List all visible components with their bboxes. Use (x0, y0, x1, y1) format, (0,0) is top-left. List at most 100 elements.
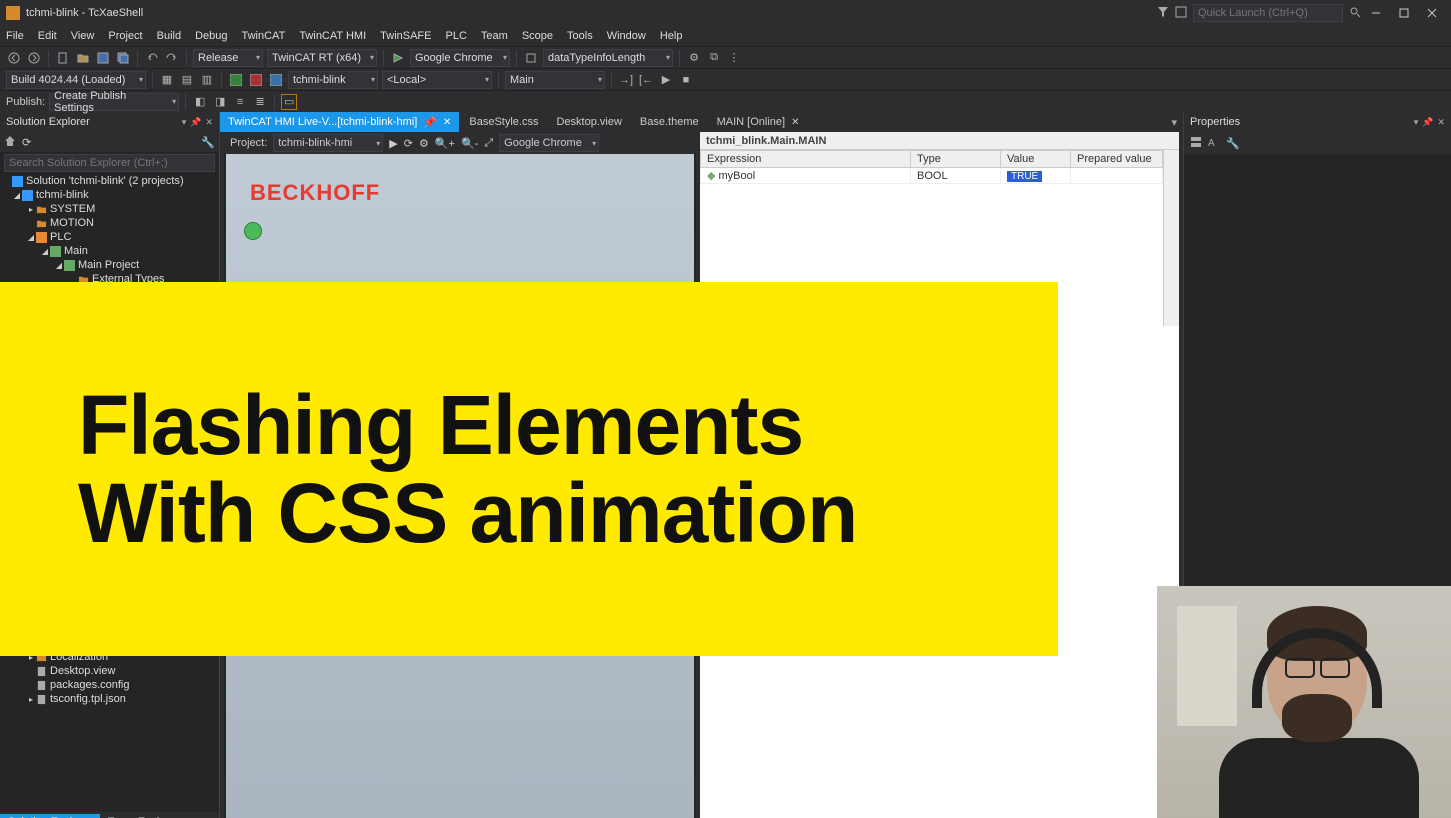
forward-icon[interactable] (26, 50, 42, 66)
pp-dd-icon[interactable]: ▾ (1414, 117, 1419, 128)
menu-twincat[interactable]: TwinCAT (242, 30, 286, 42)
tree-item[interactable]: tsconfig.tpl.json (50, 693, 126, 705)
menu-build[interactable]: Build (157, 30, 181, 42)
maximize-button[interactable] (1391, 3, 1417, 23)
pane-dd-icon[interactable]: ▾ (182, 117, 187, 128)
tabs-dd-icon[interactable]: ▾ (1165, 116, 1183, 129)
build-dropdown[interactable]: Build 4024.44 (Loaded) (6, 71, 146, 89)
publish-dropdown[interactable]: Create Publish Settings (49, 93, 179, 111)
start-plc-icon[interactable]: ▶ (658, 72, 674, 88)
col-type[interactable]: Type (911, 151, 1001, 168)
cell-prep[interactable] (1071, 168, 1163, 184)
pin-icon[interactable]: 📌 (423, 116, 437, 129)
ext2-icon[interactable]: ⧉ (706, 50, 722, 66)
doc-tab-basestyle[interactable]: BaseStyle.css (461, 112, 546, 132)
ext1-icon[interactable]: ⚙ (686, 50, 702, 66)
ext3-icon[interactable]: ⋮ (726, 50, 742, 66)
pt-i5-icon[interactable]: 🔍- (461, 137, 478, 150)
pt-i4-icon[interactable]: 🔍+ (435, 137, 455, 150)
watch-table[interactable]: Expression Type Value Prepared value ◆ m… (700, 150, 1163, 184)
pp-pin-icon[interactable]: 📌 (1422, 117, 1433, 128)
tree-item[interactable]: Main Project (78, 259, 139, 271)
doc-tab-basetheme[interactable]: Base.theme (632, 112, 707, 132)
config-dropdown[interactable]: Release (193, 49, 263, 67)
attach-icon[interactable] (523, 50, 539, 66)
tree-item[interactable]: Main (64, 245, 88, 257)
t3d-icon[interactable]: ≣ (252, 94, 268, 110)
pt-i3-icon[interactable]: ⚙ (419, 137, 429, 150)
save-icon[interactable] (95, 50, 111, 66)
menu-tools[interactable]: Tools (567, 30, 593, 42)
menu-help[interactable]: Help (660, 30, 683, 42)
close-icon[interactable]: ✕ (791, 117, 799, 128)
tree-item[interactable]: SYSTEM (50, 203, 95, 215)
menu-debug[interactable]: Debug (195, 30, 227, 42)
tab-team-explorer[interactable]: Team Explorer (100, 814, 187, 818)
col-prepared[interactable]: Prepared value (1071, 151, 1163, 168)
prop-cat-icon[interactable] (1190, 136, 1202, 151)
menu-team[interactable]: Team (481, 30, 508, 42)
menu-twincathmi[interactable]: TwinCAT HMI (299, 30, 366, 42)
logout-icon[interactable]: [← (638, 72, 654, 88)
tab-solution-explorer[interactable]: Solution Explorer (0, 814, 100, 818)
t2b-icon[interactable]: ▤ (179, 72, 195, 88)
run-green-icon[interactable] (228, 72, 244, 88)
datatype-dropdown[interactable]: dataTypeInfoLength (543, 49, 673, 67)
close-icon[interactable]: ✕ (443, 117, 451, 128)
doc-tab-main-online[interactable]: MAIN [Online]✕ (709, 112, 808, 132)
col-value[interactable]: Value (1001, 151, 1071, 168)
pt-i6-icon[interactable]: ⤢ (484, 137, 493, 150)
col-expression[interactable]: Expression (701, 151, 911, 168)
prop-az-icon[interactable]: A (1208, 136, 1220, 151)
login-icon[interactable]: →] (618, 72, 634, 88)
menu-file[interactable]: File (6, 30, 24, 42)
doc-tab-desktop[interactable]: Desktop.view (548, 112, 629, 132)
preview-project-dd[interactable]: tchmi-blink-hmi (273, 134, 383, 152)
tree-item[interactable]: PLC (50, 231, 71, 243)
prop-wrench-icon[interactable]: 🔧 (1226, 137, 1240, 150)
window-icon[interactable] (1175, 6, 1187, 21)
t3a-icon[interactable]: ◧ (192, 94, 208, 110)
stop-plc-icon[interactable]: ■ (678, 72, 694, 88)
t2c-icon[interactable]: ▥ (199, 72, 215, 88)
filter-icon[interactable] (1157, 6, 1169, 21)
menu-edit[interactable]: Edit (38, 30, 57, 42)
menu-scope[interactable]: Scope (522, 30, 553, 42)
new-icon[interactable] (55, 50, 71, 66)
search-icon[interactable] (1349, 6, 1361, 21)
sx-home-icon[interactable] (4, 135, 16, 150)
minimize-button[interactable] (1363, 3, 1389, 23)
stop-red-icon[interactable] (248, 72, 264, 88)
quick-launch-input[interactable] (1193, 4, 1343, 22)
back-icon[interactable] (6, 50, 22, 66)
save-all-icon[interactable] (115, 50, 131, 66)
t2a-icon[interactable]: ▦ (159, 72, 175, 88)
menu-view[interactable]: View (71, 30, 95, 42)
redo-icon[interactable] (164, 50, 180, 66)
table-row[interactable]: ◆ myBool BOOL TRUE (701, 168, 1163, 184)
start-icon[interactable] (390, 50, 406, 66)
solution-search-input[interactable] (4, 154, 215, 172)
target-dropdown[interactable]: TwinCAT RT (x64) (267, 49, 377, 67)
tree-item[interactable]: tchmi-blink (36, 189, 89, 201)
pt-i2-icon[interactable]: ⟳ (404, 137, 413, 150)
t3c-icon[interactable]: ≡ (232, 94, 248, 110)
pp-close-icon[interactable]: ✕ (1437, 117, 1445, 128)
tree-item[interactable]: packages.config (50, 679, 130, 691)
t3-sel-icon[interactable]: ▭ (281, 94, 297, 110)
tree-item[interactable]: Desktop.view (50, 665, 115, 677)
project-dropdown[interactable]: tchmi-blink (288, 71, 378, 89)
t3b-icon[interactable]: ◨ (212, 94, 228, 110)
routine-dropdown[interactable]: Main (505, 71, 605, 89)
pane-close-icon[interactable]: ✕ (205, 117, 213, 128)
env-dropdown[interactable]: <Local> (382, 71, 492, 89)
pt-i1-icon[interactable]: ▶ (389, 137, 397, 150)
preview-browser-dd[interactable]: Google Chrome (499, 134, 599, 152)
restart-icon[interactable] (268, 72, 284, 88)
tree-item[interactable]: MOTION (50, 217, 94, 229)
browser-dropdown[interactable]: Google Chrome (410, 49, 510, 67)
menu-plc[interactable]: PLC (446, 30, 467, 42)
open-icon[interactable] (75, 50, 91, 66)
sx-refresh-icon[interactable]: ⟳ (22, 136, 31, 149)
pane-pin-icon[interactable]: 📌 (190, 117, 201, 128)
